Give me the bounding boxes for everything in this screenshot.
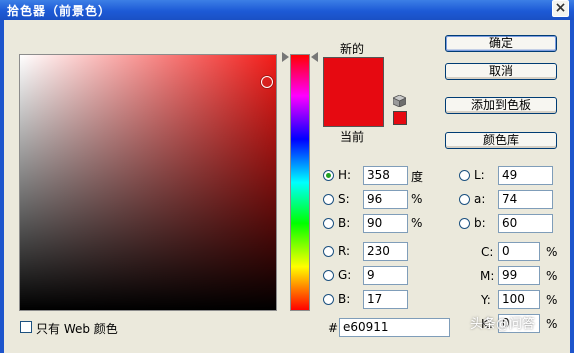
k-unit: % (546, 317, 558, 331)
g-input[interactable]: 9 (363, 266, 408, 285)
b-label: B: (338, 216, 351, 230)
watermark-text: 头条@问答 (470, 317, 536, 332)
r-radio[interactable] (323, 246, 334, 257)
hue-slider-left-arrow[interactable] (282, 52, 289, 62)
title-bar: 拾色器（前景色） × (0, 0, 574, 20)
add-to-swatches-button[interactable]: 添加到色板 (445, 97, 557, 114)
ok-button[interactable]: 确定 (445, 35, 557, 52)
a-radio[interactable] (459, 194, 470, 205)
m-label: M: (480, 269, 495, 283)
y-input[interactable]: 100 (498, 290, 540, 309)
c-input[interactable]: 0 (498, 242, 540, 261)
hue-slider-right-arrow[interactable] (311, 52, 318, 62)
web-colors-only-label: 只有 Web 颜色 (36, 322, 118, 336)
hex-label: # (328, 321, 339, 335)
window-title: 拾色器（前景色） (7, 4, 112, 18)
l-label: L: (474, 168, 485, 182)
window-border-right (570, 20, 574, 353)
color-libraries-button[interactable]: 颜色库 (445, 132, 557, 149)
current-color-label: 当前 (340, 130, 365, 144)
color-field[interactable] (19, 54, 277, 311)
y-label: Y: (481, 293, 491, 307)
new-color-swatch (324, 58, 383, 126)
web-colors-only-checkbox[interactable] (20, 321, 32, 333)
h-label: H: (338, 168, 352, 182)
out-of-gamut-cube-icon[interactable] (393, 95, 406, 107)
r-label: R: (338, 244, 351, 258)
b-input[interactable]: 90 (363, 214, 408, 233)
s-input[interactable]: 96 (363, 190, 408, 209)
m-input[interactable]: 99 (498, 266, 540, 285)
close-button[interactable]: × (552, 0, 569, 17)
a-label: a: (474, 192, 486, 206)
s-radio[interactable] (323, 194, 334, 205)
color-preview (323, 57, 384, 127)
hue-slider[interactable] (290, 54, 310, 311)
r-input[interactable]: 230 (363, 242, 408, 261)
c-unit: % (546, 245, 558, 259)
lab-b-input[interactable]: 60 (498, 214, 553, 233)
blue-input[interactable]: 17 (363, 290, 408, 309)
cancel-button[interactable]: 取消 (445, 63, 557, 80)
a-input[interactable]: 74 (498, 190, 553, 209)
m-unit: % (546, 269, 558, 283)
blue-radio[interactable] (323, 294, 334, 305)
g-label: G: (338, 268, 352, 282)
close-icon: × (554, 0, 567, 16)
s-unit: % (411, 192, 423, 206)
l-input[interactable]: 49 (498, 166, 553, 185)
c-label: C: (481, 245, 494, 259)
y-unit: % (546, 293, 558, 307)
blue-label: B: (338, 292, 351, 306)
color-field-marker[interactable] (261, 76, 273, 88)
h-unit: 度 (411, 170, 424, 184)
b-unit: % (411, 216, 423, 230)
new-color-label: 新的 (340, 42, 365, 56)
h-radio[interactable] (323, 170, 334, 181)
web-safe-color-swatch[interactable] (393, 111, 407, 125)
s-label: S: (338, 192, 350, 206)
color-picker-dialog: 拾色器（前景色） × 新的 当前 确定 取消 添加到色板 颜色库 H: 358 … (0, 0, 574, 353)
g-radio[interactable] (323, 270, 334, 281)
b-radio[interactable] (323, 218, 334, 229)
hex-input[interactable]: e60911 (339, 318, 450, 337)
h-input[interactable]: 358 (363, 166, 408, 185)
window-border-left (0, 20, 4, 353)
lab-b-label: b: (474, 216, 486, 230)
l-radio[interactable] (459, 170, 470, 181)
lab-b-radio[interactable] (459, 218, 470, 229)
